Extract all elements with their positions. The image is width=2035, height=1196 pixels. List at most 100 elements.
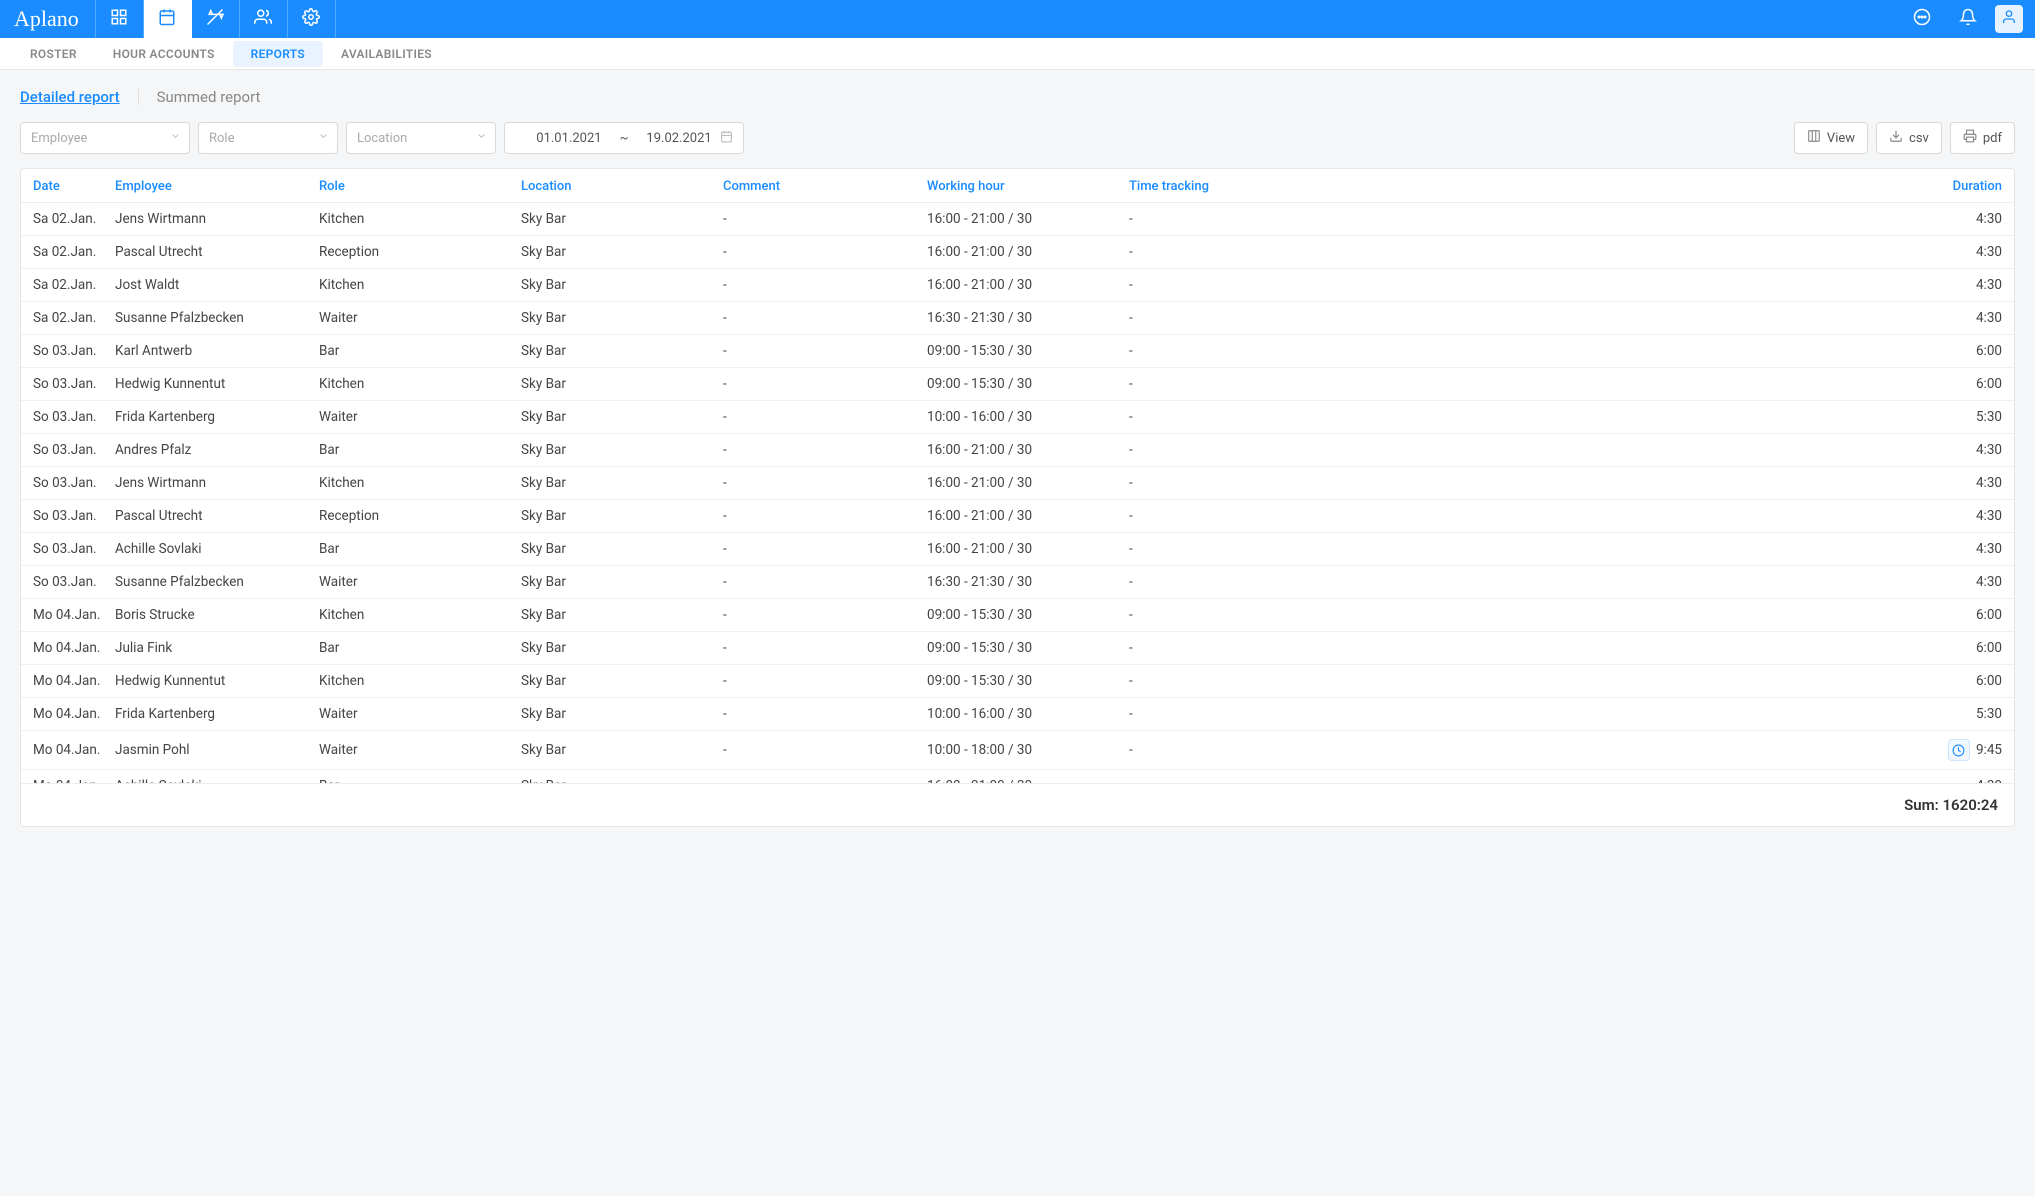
cell-location: Sky Bar: [521, 244, 723, 260]
nav-dashboard[interactable]: [96, 0, 144, 38]
cell-duration: 6:00: [1309, 343, 2002, 359]
cell-employee: Susanne Pfalzbecken: [115, 310, 319, 326]
table-row[interactable]: So 03.Jan.Frida KartenbergWaiterSky Bar-…: [21, 401, 2014, 434]
col-duration[interactable]: Duration: [1309, 179, 2002, 194]
cell-comment: -: [723, 409, 927, 425]
table-row[interactable]: Mo 04.Jan.Achille SovlakiBarSky Bar-16:0…: [21, 770, 2014, 783]
nav-absences[interactable]: [192, 0, 240, 38]
cell-duration: 6:00: [1309, 607, 2002, 623]
tab-separator: [138, 89, 139, 105]
grid-icon: [110, 8, 128, 30]
location-select[interactable]: Location: [346, 122, 496, 154]
cell-time-tracking: -: [1129, 640, 1309, 656]
cell-location: Sky Bar: [521, 508, 723, 524]
col-date[interactable]: Date: [33, 179, 115, 194]
cell-role: Kitchen: [319, 376, 521, 392]
cell-comment: -: [723, 508, 927, 524]
chat-icon: [1913, 8, 1931, 30]
chat-button[interactable]: [1903, 0, 1941, 38]
pdf-button[interactable]: pdf: [1950, 122, 2015, 154]
table-row[interactable]: Mo 04.Jan.Frida KartenbergWaiterSky Bar-…: [21, 698, 2014, 731]
users-icon: [254, 8, 272, 30]
nav-settings[interactable]: [288, 0, 336, 38]
cell-date: So 03.Jan.: [33, 541, 115, 557]
nav-employees[interactable]: [240, 0, 288, 38]
cell-duration: 5:30: [1309, 706, 2002, 722]
chevron-down-icon: [476, 131, 487, 146]
table-header: Date Employee Role Location Comment Work…: [21, 169, 2014, 203]
cell-time-tracking: -: [1129, 244, 1309, 260]
cell-role: Reception: [319, 508, 521, 524]
col-time-tracking[interactable]: Time tracking: [1129, 179, 1309, 194]
table-row[interactable]: Mo 04.Jan.Julia FinkBarSky Bar-09:00 - 1…: [21, 632, 2014, 665]
cell-role: Waiter: [319, 574, 521, 590]
profile-button[interactable]: [1995, 5, 2023, 33]
calendar-icon: [720, 130, 733, 147]
subnav: ROSTER HOUR ACCOUNTS REPORTS AVAILABILIT…: [0, 38, 2035, 70]
cell-comment: -: [723, 742, 927, 758]
cell-employee: Julia Fink: [115, 640, 319, 656]
location-select-label: Location: [357, 131, 407, 146]
col-comment[interactable]: Comment: [723, 179, 927, 194]
topbar-right: [1903, 0, 2035, 38]
subnav-roster[interactable]: ROSTER: [12, 38, 95, 69]
cell-date: Mo 04.Jan.: [33, 778, 115, 783]
cell-time-tracking: -: [1129, 211, 1309, 227]
csv-button[interactable]: csv: [1876, 122, 1942, 154]
subnav-availabilities[interactable]: AVAILABILITIES: [323, 38, 450, 69]
cell-duration: 6:00: [1309, 673, 2002, 689]
notifications-button[interactable]: [1949, 0, 1987, 38]
cell-working-hour: 09:00 - 15:30 / 30: [927, 343, 1129, 359]
table-row[interactable]: So 03.Jan.Susanne PfalzbeckenWaiterSky B…: [21, 566, 2014, 599]
cell-date: So 03.Jan.: [33, 442, 115, 458]
csv-label: csv: [1909, 131, 1929, 146]
col-working-hour[interactable]: Working hour: [927, 179, 1129, 194]
col-employee[interactable]: Employee: [115, 179, 319, 194]
cell-comment: -: [723, 778, 927, 783]
nav-calendar[interactable]: [144, 0, 192, 38]
tab-detailed-report[interactable]: Detailed report: [20, 88, 120, 106]
cell-employee: Boris Strucke: [115, 607, 319, 623]
employee-select[interactable]: Employee: [20, 122, 190, 154]
cell-comment: -: [723, 376, 927, 392]
table-footer: Sum: 1620:24: [21, 783, 2014, 826]
columns-icon: [1807, 129, 1821, 147]
table-row[interactable]: So 03.Jan.Achille SovlakiBarSky Bar-16:0…: [21, 533, 2014, 566]
table-row[interactable]: Mo 04.Jan.Hedwig KunnentutKitchenSky Bar…: [21, 665, 2014, 698]
table-row[interactable]: Sa 02.Jan.Susanne PfalzbeckenWaiterSky B…: [21, 302, 2014, 335]
cell-role: Waiter: [319, 409, 521, 425]
table-row[interactable]: Sa 02.Jan.Jens WirtmannKitchenSky Bar-16…: [21, 203, 2014, 236]
table-row[interactable]: Sa 02.Jan.Pascal UtrechtReceptionSky Bar…: [21, 236, 2014, 269]
table-row[interactable]: So 03.Jan.Jens WirtmannKitchenSky Bar-16…: [21, 467, 2014, 500]
cell-employee: Achille Sovlaki: [115, 541, 319, 557]
tab-summed-report[interactable]: Summed report: [157, 88, 261, 106]
calendar-icon: [158, 8, 176, 30]
cell-comment: -: [723, 640, 927, 656]
role-select[interactable]: Role: [198, 122, 338, 154]
cell-location: Sky Bar: [521, 409, 723, 425]
cell-working-hour: 16:00 - 21:00 / 30: [927, 475, 1129, 491]
col-location[interactable]: Location: [521, 179, 723, 194]
table-row[interactable]: Mo 04.Jan.Boris StruckeKitchenSky Bar-09…: [21, 599, 2014, 632]
table-row[interactable]: So 03.Jan.Andres PfalzBarSky Bar-16:00 -…: [21, 434, 2014, 467]
cell-employee: Frida Kartenberg: [115, 409, 319, 425]
cell-employee: Achille Sovlaki: [115, 778, 319, 783]
subnav-hour-accounts[interactable]: HOUR ACCOUNTS: [95, 38, 233, 69]
date-to: 19.02.2021: [646, 131, 711, 146]
table-row[interactable]: So 03.Jan.Pascal UtrechtReceptionSky Bar…: [21, 500, 2014, 533]
view-button[interactable]: View: [1794, 122, 1868, 154]
cell-comment: -: [723, 211, 927, 227]
date-range-picker[interactable]: 01.01.2021 ~ 19.02.2021: [504, 122, 744, 154]
cell-role: Kitchen: [319, 277, 521, 293]
table-body[interactable]: Sa 02.Jan.Jens WirtmannKitchenSky Bar-16…: [21, 203, 2014, 783]
cell-working-hour: 16:00 - 21:00 / 30: [927, 277, 1129, 293]
table-row[interactable]: So 03.Jan.Hedwig KunnentutKitchenSky Bar…: [21, 368, 2014, 401]
subnav-reports[interactable]: REPORTS: [233, 41, 323, 67]
table-row[interactable]: Sa 02.Jan.Jost WaldtKitchenSky Bar-16:00…: [21, 269, 2014, 302]
cell-date: Mo 04.Jan.: [33, 640, 115, 656]
col-role[interactable]: Role: [319, 179, 521, 194]
table-row[interactable]: Mo 04.Jan.Jasmin PohlWaiterSky Bar-10:00…: [21, 731, 2014, 770]
table-row[interactable]: So 03.Jan.Karl AntwerbBarSky Bar-09:00 -…: [21, 335, 2014, 368]
cell-location: Sky Bar: [521, 343, 723, 359]
employee-select-label: Employee: [31, 131, 87, 146]
